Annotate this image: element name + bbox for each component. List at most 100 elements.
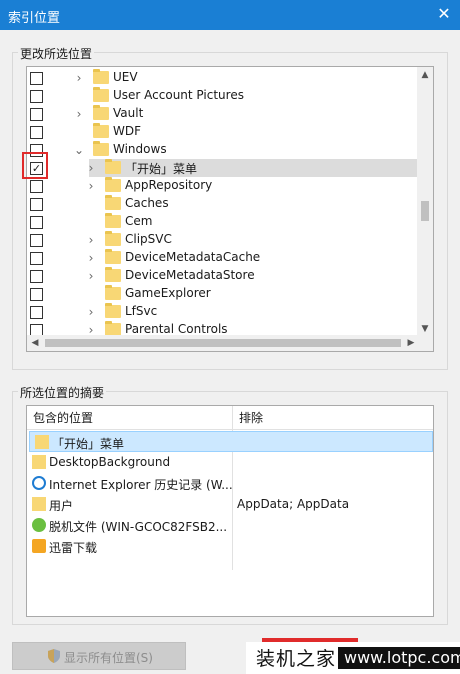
chevron-right-icon — [85, 196, 97, 212]
internet-explorer-icon — [32, 476, 46, 490]
tree-horizontal-thumb[interactable] — [45, 339, 401, 347]
watermark: 装机之家 www.lotpc.com — [246, 642, 460, 674]
folder-icon — [105, 267, 121, 282]
watermark-url: www.lotpc.com — [338, 647, 460, 669]
show-all-locations-label: 显示所有位置(S) — [64, 651, 153, 665]
summary-row[interactable]: 用户 AppData; AppData — [27, 494, 433, 515]
folder-icon — [93, 105, 109, 120]
chevron-right-icon[interactable]: › — [85, 232, 97, 248]
uac-shield-icon — [48, 649, 60, 663]
chevron-right-icon[interactable]: › — [85, 178, 97, 194]
folder-icon — [105, 195, 121, 210]
tree-label: Parental Controls — [125, 322, 228, 336]
show-all-locations-button[interactable]: 显示所有位置(S) — [12, 642, 186, 670]
tree-checkbox[interactable] — [30, 126, 43, 139]
window-title: 索引位置 — [8, 11, 61, 26]
tree-row[interactable]: › ClipSVC — [27, 231, 419, 249]
tree-checkbox[interactable] — [30, 288, 43, 301]
tree-label: WDF — [113, 124, 142, 138]
chevron-right-icon[interactable]: › — [73, 70, 85, 86]
folder-icon — [105, 285, 121, 300]
tree-label: AppRepository — [125, 178, 213, 192]
tree-row[interactable]: › Vault — [27, 105, 419, 123]
folder-icon — [93, 123, 109, 138]
scrollbar-corner — [417, 335, 433, 351]
column-header-excluded[interactable]: 排除 — [233, 406, 433, 430]
summary-location-name: 迅雷下载 — [49, 541, 98, 555]
tree-checkbox[interactable] — [30, 270, 43, 283]
folder-tree[interactable]: › UEV User Account Pictures › Vault WDF ⌄ Windo… — [26, 66, 434, 352]
folder-icon — [105, 303, 121, 318]
tree-row[interactable]: Caches — [27, 195, 419, 213]
tree-row[interactable]: › UEV — [27, 69, 419, 87]
tree-checkbox[interactable] — [30, 252, 43, 265]
tree-checkbox[interactable] — [30, 108, 43, 121]
tree-row[interactable]: ⌄ Windows — [27, 141, 419, 159]
summary-location-name: 用户 — [49, 499, 74, 513]
chevron-right-icon[interactable]: › — [85, 304, 97, 320]
offline-files-icon — [32, 518, 46, 532]
column-header-included[interactable]: 包含的位置 — [27, 406, 233, 430]
tree-checkbox[interactable] — [30, 306, 43, 319]
summary-row[interactable]: DesktopBackground — [27, 452, 433, 473]
summary-location-name: 「开始」菜单 — [52, 437, 125, 451]
tree-horizontal-scrollbar[interactable]: ◀ ▶ — [27, 335, 419, 351]
tree-label: Vault — [113, 106, 144, 120]
folder-icon — [93, 69, 109, 84]
folder-icon — [105, 159, 121, 174]
tree-row[interactable]: ✓ › 「开始」菜单 — [30, 159, 419, 177]
tree-row[interactable]: GameExplorer — [27, 285, 419, 303]
tree-row[interactable]: › DeviceMetadataCache — [27, 249, 419, 267]
chevron-down-icon[interactable]: ⌄ — [73, 142, 85, 158]
close-icon[interactable]: ✕ — [434, 4, 454, 24]
tree-row[interactable]: WDF — [27, 123, 419, 141]
folder-icon — [105, 249, 121, 264]
tree-label: DeviceMetadataStore — [125, 268, 255, 282]
checkbox-highlight — [22, 152, 48, 179]
change-locations-label: 更改所选位置 — [18, 45, 95, 62]
tree-checkbox[interactable] — [30, 90, 43, 103]
folder-icon — [32, 455, 46, 469]
tree-checkbox[interactable] — [30, 234, 43, 247]
summary-location-name: Internet Explorer 历史记录 (W... — [49, 478, 233, 492]
chevron-right-icon[interactable]: › — [85, 160, 97, 176]
tree-checkbox[interactable] — [30, 72, 43, 85]
folder-icon — [105, 213, 121, 228]
tree-label: GameExplorer — [125, 286, 211, 300]
scroll-up-icon[interactable]: ▲ — [417, 67, 433, 83]
tree-label: LfSvc — [125, 304, 158, 318]
tree-vertical-thumb[interactable] — [421, 201, 429, 221]
tree-row[interactable]: › AppRepository — [27, 177, 419, 195]
summary-location-name: 脱机文件 (WIN-GCOC82FSB2... — [49, 520, 228, 534]
folder-icon — [93, 87, 109, 102]
tree-row[interactable]: User Account Pictures — [27, 87, 419, 105]
summary-row[interactable]: 脱机文件 (WIN-GCOC82FSB2... — [27, 515, 433, 536]
folder-icon — [32, 497, 46, 511]
tree-label: Windows — [113, 142, 167, 156]
tree-label: UEV — [113, 70, 138, 84]
tree-checkbox[interactable] — [30, 198, 43, 211]
folder-icon — [35, 435, 49, 449]
tree-row[interactable]: › DeviceMetadataStore — [27, 267, 419, 285]
summary-row[interactable]: 迅雷下载 — [27, 536, 433, 557]
summary-row[interactable]: 「开始」菜单 — [29, 431, 433, 452]
title-bar: 索引位置 ✕ — [0, 0, 460, 30]
tree-label: DeviceMetadataCache — [125, 250, 261, 264]
tree-row[interactable]: › LfSvc — [27, 303, 419, 321]
summary-excluded-value: AppData; AppData — [237, 497, 350, 511]
chevron-right-icon[interactable]: › — [85, 250, 97, 266]
chevron-right-icon[interactable]: › — [85, 268, 97, 284]
chevron-right-icon — [73, 124, 85, 140]
chevron-right-icon — [73, 88, 85, 104]
tree-checkbox[interactable] — [30, 216, 43, 229]
chevron-right-icon[interactable]: › — [73, 106, 85, 122]
scroll-left-icon[interactable]: ◀ — [27, 335, 43, 351]
tree-vertical-scrollbar[interactable]: ▲ ▼ — [417, 67, 433, 337]
tree-row[interactable]: Cem — [27, 213, 419, 231]
summary-table[interactable]: 包含的位置 排除 「开始」菜单 DesktopBackground Internet… — [26, 405, 434, 617]
summary-row[interactable]: Internet Explorer 历史记录 (W... — [27, 473, 433, 494]
watermark-brand: 装机之家 — [256, 648, 337, 670]
folder-icon — [105, 231, 121, 246]
tree-checkbox[interactable] — [30, 180, 43, 193]
tree-label: User Account Pictures — [113, 88, 244, 102]
